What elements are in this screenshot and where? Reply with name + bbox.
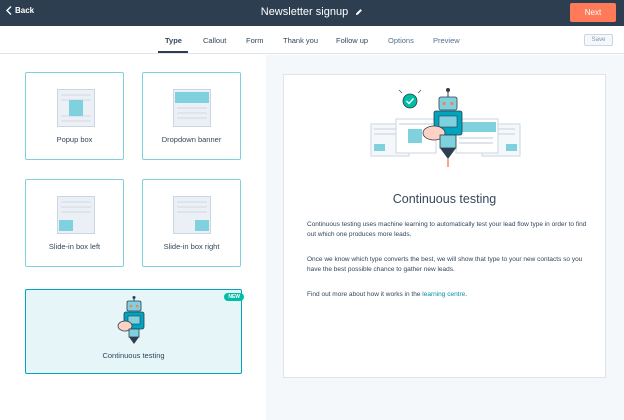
save-button[interactable]: Save (584, 34, 613, 46)
tab-thank-you[interactable]: Thank you (283, 36, 318, 45)
tab-preview[interactable]: Preview (433, 36, 460, 45)
next-button[interactable]: Next (570, 3, 616, 22)
info-paragraph: Once we know which type converts the bes… (307, 256, 583, 273)
type-card-popup-box[interactable]: Popup box (25, 72, 124, 160)
info-card: Continuous testing Continuous testing us… (283, 74, 606, 378)
type-card-label: Dropdown banner (161, 135, 222, 144)
learn-more-prefix: Find out more about how it works in the (307, 291, 423, 298)
type-card-continuous-testing[interactable]: NEW Continuous testing (25, 289, 244, 374)
type-card-label: Slide-in box right (163, 242, 220, 251)
type-selector: Popup box Dropdown banner Slide-in box l… (0, 55, 266, 420)
info-paragraph-learn-more: Find out more about how it works in the … (307, 290, 592, 300)
slide-in-right-icon (173, 196, 211, 234)
page-title[interactable]: Newsletter signup (261, 6, 348, 18)
popup-box-icon (57, 89, 95, 127)
tab-follow-up[interactable]: Follow up (336, 36, 368, 45)
active-tab-indicator (158, 51, 188, 53)
type-card-label: Popup box (56, 135, 93, 144)
tab-options[interactable]: Options (388, 36, 414, 45)
type-card-label: Slide-in box left (48, 242, 101, 251)
continuous-testing-illustration (370, 88, 521, 167)
top-header: Back Newsletter signup Next (0, 0, 624, 26)
learning-centre-link[interactable]: learning centre (422, 291, 465, 298)
step-tabs: Type Callout Form Thank you Follow up Op… (0, 26, 624, 54)
tab-type[interactable]: Type (165, 36, 182, 45)
robot-icon (117, 296, 145, 344)
type-card-dropdown-banner[interactable]: Dropdown banner (142, 72, 241, 160)
info-panel: Continuous testing Continuous testing us… (266, 55, 624, 420)
slide-in-left-icon (57, 196, 95, 234)
info-heading: Continuous testing (392, 192, 497, 206)
tab-callout[interactable]: Callout (203, 36, 226, 45)
type-card-slide-in-left[interactable]: Slide-in box left (25, 179, 124, 267)
tab-form[interactable]: Form (246, 36, 264, 45)
learn-more-suffix: . (465, 291, 468, 298)
page-title-area: Newsletter signup (0, 6, 624, 18)
dropdown-banner-icon (173, 89, 211, 127)
new-badge: NEW (224, 293, 244, 301)
info-paragraph: Continuous testing uses machine learning… (307, 221, 587, 238)
type-card-slide-in-right[interactable]: Slide-in box right (142, 179, 241, 267)
type-card-label: Continuous testing (102, 351, 165, 360)
pencil-icon[interactable] (355, 8, 363, 16)
